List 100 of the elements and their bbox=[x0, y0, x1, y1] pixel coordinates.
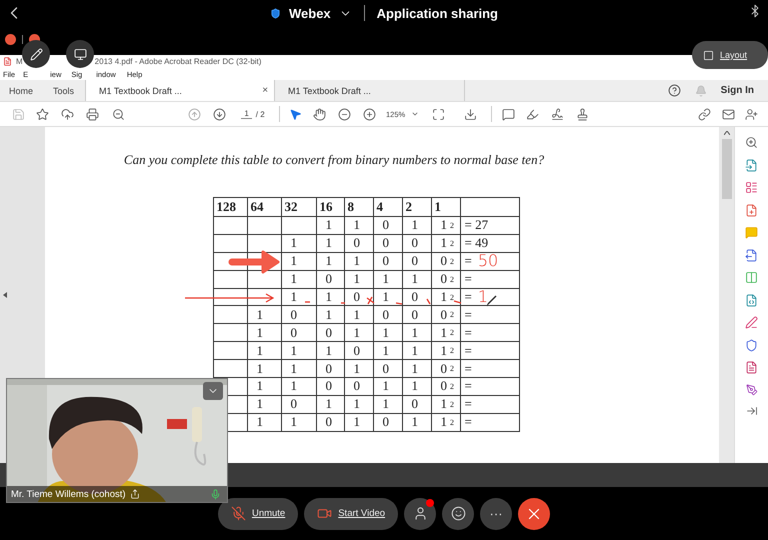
unmute-button[interactable]: Unmute bbox=[218, 498, 298, 530]
share-screen-button[interactable] bbox=[66, 40, 94, 68]
organize-pages-icon[interactable] bbox=[745, 181, 758, 194]
sharing-icon bbox=[130, 489, 140, 499]
table-cell: 0 bbox=[316, 378, 344, 396]
redact-icon[interactable] bbox=[745, 361, 758, 374]
table-cell: 1 bbox=[316, 252, 344, 271]
table-cell: 1 bbox=[402, 324, 432, 342]
start-video-button[interactable]: Start Video bbox=[304, 498, 398, 530]
table-cell: 0 bbox=[374, 234, 402, 253]
table-cell: 0 bbox=[282, 396, 316, 414]
more-tools-icon[interactable] bbox=[746, 384, 758, 396]
table-header: 128 bbox=[214, 198, 248, 217]
scroll-thumb[interactable] bbox=[722, 139, 732, 199]
table-cell: 1 bbox=[282, 342, 316, 360]
page-number-field[interactable]: 1 bbox=[241, 109, 252, 119]
participant-name: Mr. Tieme Willems (cohost) bbox=[11, 488, 126, 500]
table-header: 64 bbox=[248, 198, 282, 217]
nav-tab[interactable]: Tools bbox=[44, 80, 86, 101]
signature-icon[interactable] bbox=[551, 108, 564, 120]
table-cell: 0 bbox=[344, 288, 374, 306]
table-cell bbox=[248, 288, 282, 306]
add-user-icon[interactable] bbox=[744, 108, 758, 120]
result-text: = bbox=[464, 271, 472, 288]
highlighter-icon[interactable] bbox=[526, 108, 540, 120]
table-cell: 0 bbox=[344, 342, 374, 360]
table-cell: 1 bbox=[344, 306, 374, 324]
table-cell: 1 bbox=[344, 324, 374, 342]
table-header: 1 bbox=[432, 198, 460, 217]
mail-icon[interactable] bbox=[722, 108, 734, 120]
upload-icon[interactable] bbox=[60, 108, 74, 120]
sign-in-link[interactable]: Sign In bbox=[720, 85, 754, 96]
table-cell: 0 bbox=[316, 414, 344, 432]
table-cell: 1 bbox=[282, 234, 316, 253]
export-pdf-icon[interactable] bbox=[745, 158, 758, 172]
more-button[interactable]: ··· bbox=[480, 498, 512, 530]
edit-pdf-icon[interactable] bbox=[745, 294, 758, 306]
window-title: 2013 4.pdf - Adobe Acrobat Reader DC (32-bit) bbox=[94, 57, 262, 66]
table-cell: 1 bbox=[344, 252, 374, 271]
fill-sign-icon[interactable] bbox=[745, 316, 758, 329]
table-cell: 1 bbox=[344, 270, 374, 289]
comment-icon[interactable] bbox=[502, 108, 515, 120]
protect-icon[interactable] bbox=[745, 338, 758, 352]
table-cell: 1 bbox=[316, 342, 344, 360]
table-cell: 1 bbox=[282, 360, 316, 378]
zoom-minus-icon[interactable] bbox=[338, 108, 351, 120]
table-cell: 1 bbox=[282, 414, 316, 432]
table-cell: 0 bbox=[374, 217, 402, 235]
table-cell: 1 bbox=[316, 396, 344, 414]
ink-dash bbox=[396, 302, 402, 305]
result-text: = bbox=[464, 414, 472, 430]
star-icon[interactable] bbox=[36, 108, 48, 120]
annotate-button[interactable] bbox=[22, 40, 50, 68]
pointer-icon[interactable] bbox=[288, 108, 302, 120]
result-text: = 49 bbox=[464, 235, 488, 252]
zoom-out-icon[interactable] bbox=[112, 108, 124, 120]
table-cell: 1 bbox=[402, 270, 432, 289]
table-cell: 1 bbox=[374, 342, 402, 360]
table-cell: 1 bbox=[374, 288, 402, 306]
stamp-icon[interactable] bbox=[576, 108, 590, 120]
combine-files-icon[interactable] bbox=[745, 248, 758, 262]
shield-icon bbox=[270, 8, 281, 18]
table-cell: 1 bbox=[248, 414, 282, 432]
table-header: 16 bbox=[316, 198, 344, 217]
link-icon[interactable] bbox=[698, 108, 710, 120]
scroll-up-icon[interactable] bbox=[724, 131, 730, 135]
table-cell: 0 bbox=[374, 414, 402, 432]
collapse-panel-icon[interactable] bbox=[746, 405, 758, 417]
table-cell: 1 bbox=[402, 342, 432, 360]
next-page-icon[interactable] bbox=[212, 108, 226, 120]
hand-icon[interactable] bbox=[312, 108, 326, 120]
create-pdf-icon[interactable] bbox=[745, 204, 758, 216]
layout-button[interactable]: Layout bbox=[692, 41, 768, 69]
print-icon[interactable] bbox=[86, 108, 99, 120]
table-cell bbox=[248, 217, 282, 235]
table-cell: 0 bbox=[374, 252, 402, 271]
ink-cross bbox=[366, 296, 375, 305]
thick-arrow-drawing bbox=[228, 250, 280, 274]
result-text: = bbox=[464, 253, 472, 270]
participants-button[interactable] bbox=[404, 498, 436, 530]
tab-close[interactable]: × bbox=[262, 85, 268, 96]
table-cell: 0 bbox=[402, 306, 432, 324]
fit-page-icon[interactable] bbox=[432, 108, 445, 120]
zoom-plus-icon[interactable] bbox=[363, 108, 376, 120]
result-text: = bbox=[464, 289, 472, 305]
page-total: / 2 bbox=[256, 110, 265, 118]
document-tab[interactable]: M1 Textbook Draft ... × bbox=[85, 80, 276, 101]
table-cell: 1 bbox=[248, 342, 282, 360]
nav-tab[interactable]: Home bbox=[0, 80, 44, 101]
expand-left-icon[interactable] bbox=[3, 292, 7, 298]
end-call-button[interactable] bbox=[518, 498, 550, 530]
help-icon[interactable] bbox=[668, 84, 681, 97]
compare-icon[interactable] bbox=[745, 271, 758, 284]
table-cell: 1 bbox=[344, 396, 374, 414]
caret-icon bbox=[411, 110, 420, 118]
zoom-in-icon[interactable] bbox=[745, 136, 758, 149]
reactions-button[interactable] bbox=[442, 498, 474, 530]
vertical-scrollbar[interactable] bbox=[719, 127, 734, 463]
tile-menu-button[interactable] bbox=[203, 382, 223, 400]
table-cell: 1 bbox=[316, 234, 344, 253]
